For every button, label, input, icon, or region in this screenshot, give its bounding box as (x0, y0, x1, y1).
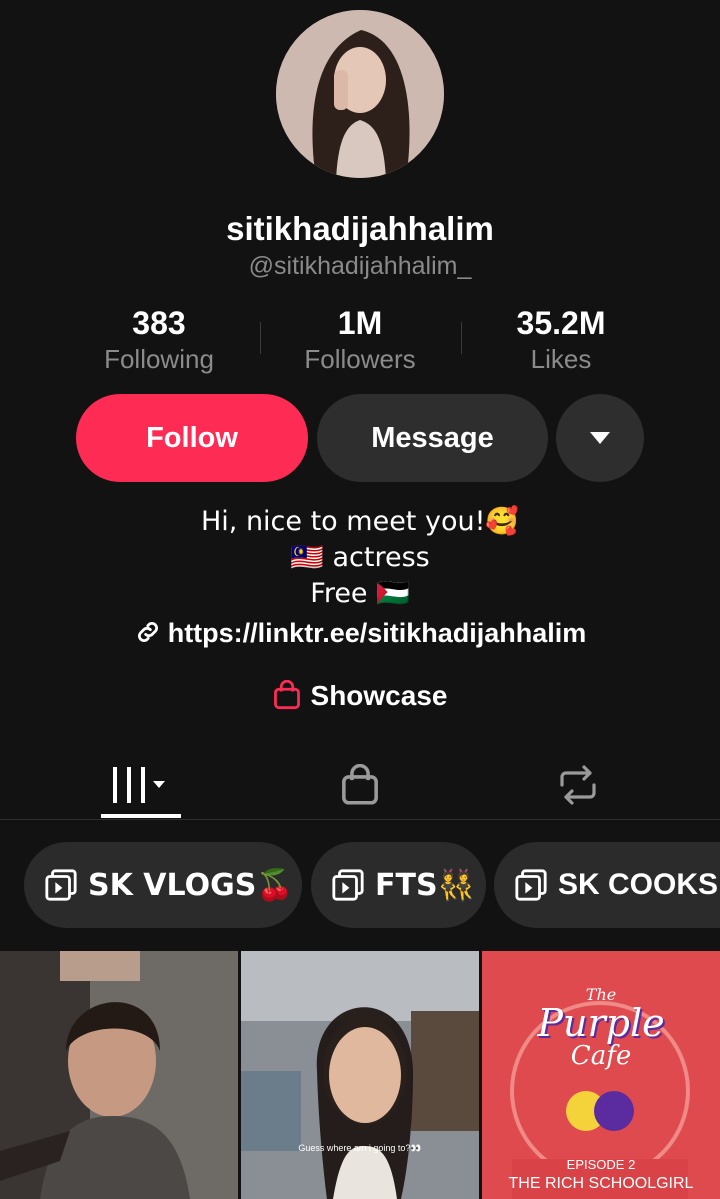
repost-icon (560, 765, 596, 805)
display-name: sitikhadijahhalim (226, 210, 494, 247)
suggested-accounts-button[interactable] (556, 394, 644, 482)
follow-button[interactable]: Follow (76, 394, 308, 482)
thumb-episode-title: THE RICH SCHOOLGIRL (508, 1175, 694, 1192)
bio-link-text: https://linktr.ee/sitikhadijahhalim (167, 618, 587, 648)
thumb-episode: EPISODE 2 (566, 1157, 636, 1172)
thumb-title-main: Purple (537, 1001, 665, 1045)
tab-reposts[interactable] (518, 755, 638, 815)
active-tab-indicator (101, 814, 181, 818)
stat-likes[interactable]: 35.2M Likes (461, 305, 661, 375)
shop-bag-icon (342, 764, 378, 805)
playlist-pill[interactable]: SK COOKS (494, 842, 720, 928)
video-caption: Guess where am i going to?👀 (298, 1143, 422, 1153)
shopping-bag-icon (273, 679, 300, 710)
showcase-link[interactable]: Showcase (0, 679, 720, 712)
video-thumbnail[interactable] (0, 951, 238, 1199)
playlist-pill[interactable]: SK VLOGS🍒 (24, 842, 302, 928)
video-thumbnail[interactable]: Guess where am i going to?👀 (241, 951, 479, 1199)
video-thumbnail-image (0, 951, 238, 1199)
playlist-label: SK VLOGS🍒 (88, 867, 294, 903)
videos-grid-icon (113, 767, 165, 803)
following-label: Following (104, 344, 214, 374)
bio-line: 🇲🇾 actress (290, 542, 430, 573)
tabs-divider (0, 819, 720, 820)
tab-videos[interactable] (81, 755, 201, 815)
playlist-icon (332, 869, 364, 901)
bio-link[interactable]: https://linktr.ee/sitikhadijahhalim (0, 618, 720, 649)
likes-count: 35.2M (516, 305, 606, 341)
stat-following[interactable]: 383 Following (59, 305, 259, 375)
thumb-title-sub: Cafe (570, 1041, 632, 1071)
playlist-label: FTS👯 (375, 867, 475, 903)
playlist-icon (45, 869, 77, 901)
playlist-icon (515, 869, 547, 901)
username-handle: @sitikhadijahhalim_ (248, 252, 472, 280)
bio-line: Free 🇵🇸 (310, 578, 410, 609)
playlist-label: SK COOKS (558, 868, 719, 901)
caret-down-icon (590, 432, 610, 444)
link-icon (137, 621, 158, 643)
stat-followers[interactable]: 1M Followers (260, 305, 460, 375)
bio-line: Hi, nice to meet you!🥰 (200, 506, 520, 537)
video-thumbnail-image (241, 951, 479, 1199)
tab-shop[interactable] (300, 755, 420, 815)
avatar-image (276, 10, 444, 178)
followers-label: Followers (304, 344, 416, 374)
showcase-label: Showcase (310, 680, 448, 711)
following-count: 383 (132, 305, 186, 341)
followers-count: 1M (337, 305, 383, 341)
playlist-pill[interactable]: FTS👯 (311, 842, 486, 928)
likes-label: Likes (530, 344, 592, 374)
profile-avatar[interactable] (276, 10, 444, 178)
video-thumbnail[interactable]: The Purple Cafe EPISODE 2 THE RICH SCHOO… (482, 951, 720, 1199)
message-button[interactable]: Message (317, 394, 548, 482)
